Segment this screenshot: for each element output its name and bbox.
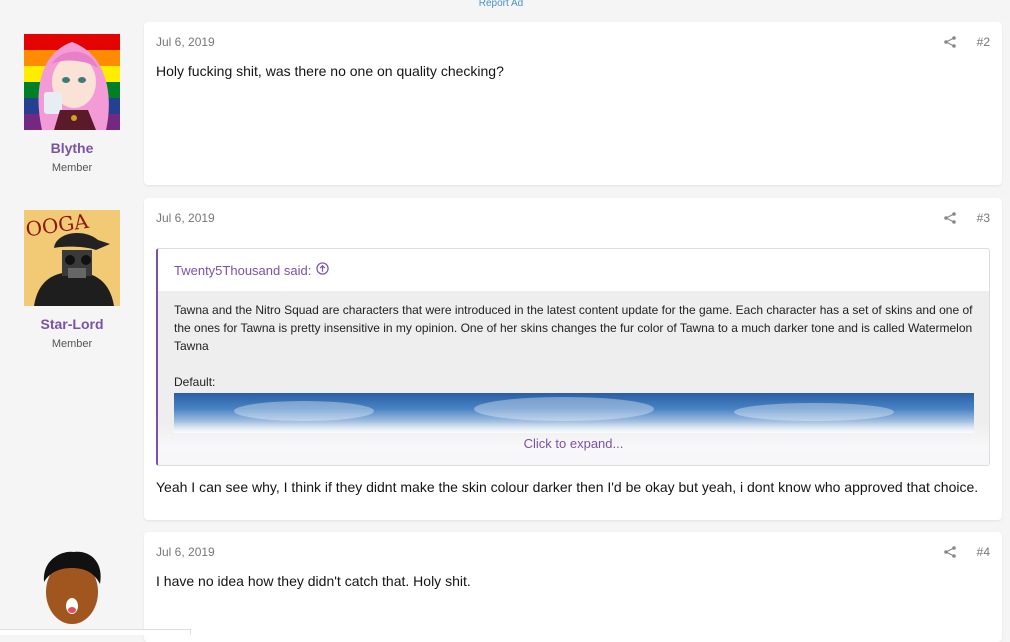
user-title: Member xyxy=(51,338,93,350)
username[interactable]: Star-Lord xyxy=(24,316,120,332)
post-message: Holy fucking shit, was there no one on q… xyxy=(156,63,504,79)
post-message: I have no idea how they didn't catch tha… xyxy=(156,573,471,589)
quote-author[interactable]: Twenty5Thousand said: xyxy=(174,263,311,278)
username[interactable]: Blythe xyxy=(24,140,120,156)
post-card: Jul 6, 2019 #4 I have no idea how they d… xyxy=(144,532,1002,642)
report-ad-link[interactable]: Report Ad xyxy=(0,0,1002,9)
user-info: Blythe Member xyxy=(24,34,120,174)
post-date[interactable]: Jul 6, 2019 xyxy=(156,211,215,225)
post-number[interactable]: #3 xyxy=(977,211,990,225)
quote-text: Tawna and the Nitro Squad are characters… xyxy=(174,303,973,353)
user-info: OOGA Star-Lord Member xyxy=(24,210,120,350)
quote-default-label: Default: xyxy=(174,375,216,389)
share-icon[interactable] xyxy=(944,545,958,559)
arrow-up-circle-icon[interactable] xyxy=(316,262,329,278)
post-date[interactable]: Jul 6, 2019 xyxy=(156,35,215,49)
share-icon[interactable] xyxy=(944,211,958,225)
avatar[interactable] xyxy=(24,34,120,130)
quote-header[interactable]: Twenty5Thousand said: xyxy=(158,249,989,291)
avatar[interactable] xyxy=(24,544,120,640)
post-date[interactable]: Jul 6, 2019 xyxy=(156,545,215,559)
post-card: Jul 6, 2019 #3 Twenty5Thousand said: Taw… xyxy=(144,198,1002,520)
click-to-expand-link[interactable]: Click to expand... xyxy=(158,435,989,453)
bottom-panel-edge xyxy=(0,629,191,635)
quote-body: Tawna and the Nitro Squad are characters… xyxy=(158,291,989,465)
post-number[interactable]: #2 xyxy=(977,35,990,49)
post-number[interactable]: #4 xyxy=(977,545,990,559)
avatar[interactable]: OOGA xyxy=(24,210,120,306)
post-message: Yeah I can see why, I think if they didn… xyxy=(156,479,979,495)
user-info xyxy=(24,544,120,640)
quote-block: Twenty5Thousand said: Tawna and the Nitr… xyxy=(156,248,990,466)
post-card: Jul 6, 2019 #2 Holy fucking shit, was th… xyxy=(144,22,1002,185)
share-icon[interactable] xyxy=(944,35,958,49)
user-title: Member xyxy=(51,162,93,174)
